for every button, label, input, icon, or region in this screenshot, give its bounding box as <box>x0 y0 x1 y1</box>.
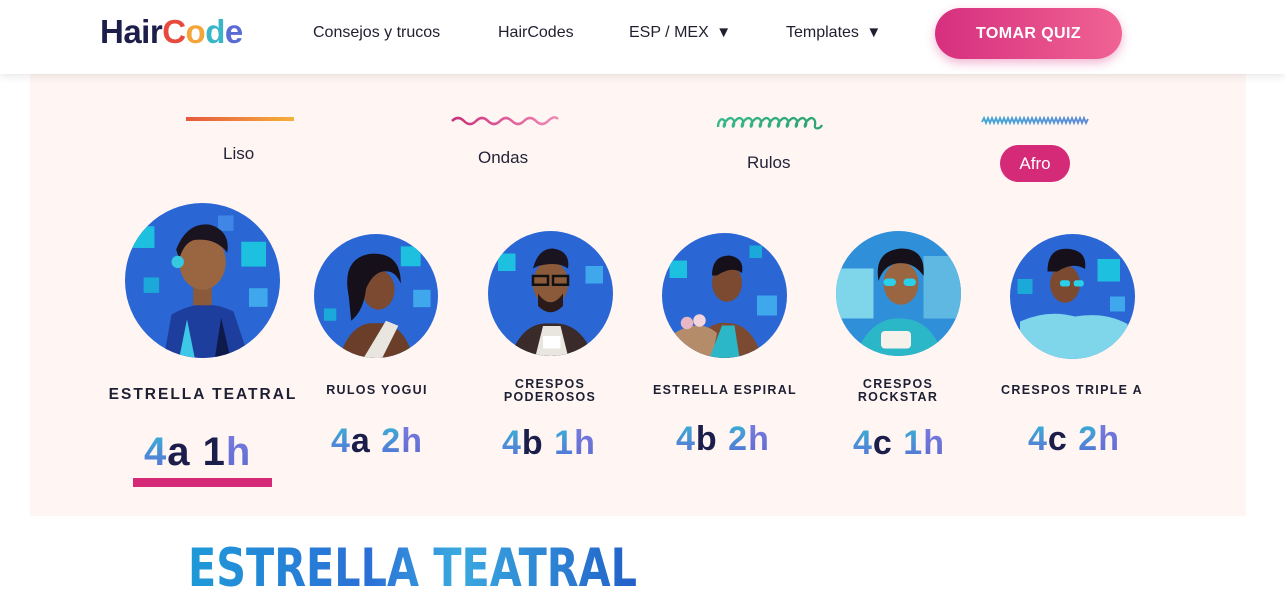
tab-liso-label[interactable]: Liso <box>223 144 254 164</box>
profile-code: 4b 1h <box>502 424 596 462</box>
profile-name[interactable]: CRESPOS TRIPLE A <box>992 384 1152 397</box>
profile-name[interactable]: CRESPOS ROCKSTAR <box>828 378 968 404</box>
wave-line-icon <box>451 116 559 126</box>
nav-language[interactable]: ESP / MEX ▼ <box>629 24 731 42</box>
avatar-estrella-teatral[interactable] <box>125 203 280 358</box>
profile-code: 4a 1h <box>144 430 252 474</box>
caret-down-icon: ▼ <box>716 24 732 41</box>
caret-down-icon: ▼ <box>866 24 882 41</box>
site-header: HairCode Consejos y trucos HairCodes ESP… <box>0 0 1285 74</box>
profile-name[interactable]: ESTRELLA TEATRAL <box>108 387 298 403</box>
nav-haircodes[interactable]: HairCodes <box>498 24 574 42</box>
selected-profile-title: ESTRELLA TEATRAL <box>188 538 637 599</box>
zigzag-line-icon <box>981 116 1089 126</box>
straight-line-icon <box>186 117 294 121</box>
tab-liso[interactable] <box>186 116 294 124</box>
tab-afro[interactable] <box>981 116 1089 126</box>
profile-code: 4a 2h <box>331 422 423 460</box>
selected-underline <box>133 478 272 487</box>
avatar-crespos-rockstar[interactable] <box>836 231 961 356</box>
avatar-estrella-espiral[interactable] <box>662 233 787 358</box>
profile-code: 4c 2h <box>1028 420 1120 458</box>
profile-name[interactable]: CRESPOS PODEROSOS <box>480 378 620 404</box>
tab-afro-label[interactable]: Afro <box>1000 145 1070 182</box>
profile-name[interactable]: ESTRELLA ESPIRAL <box>645 384 805 397</box>
profile-code: 4b 2h <box>676 420 770 458</box>
curl-line-icon <box>716 117 824 130</box>
logo-hair-text: Hair <box>100 13 163 50</box>
haircode-logo[interactable]: HairCode <box>100 13 243 51</box>
take-quiz-button[interactable]: TOMAR QUIZ <box>935 8 1122 59</box>
nav-consejos[interactable]: Consejos y trucos <box>313 24 440 42</box>
profile-name[interactable]: RULOS YOGUI <box>315 384 439 397</box>
avatar-rulos-yogui[interactable] <box>314 234 438 358</box>
nav-templates[interactable]: Templates ▼ <box>786 24 881 42</box>
tab-ondas[interactable] <box>451 114 559 128</box>
avatar-crespos-triple-a[interactable] <box>1010 234 1135 359</box>
tab-rulos-label[interactable]: Rulos <box>747 153 790 173</box>
logo-code-text: Code <box>162 13 243 50</box>
avatar-crespos-poderosos[interactable] <box>488 231 613 356</box>
tab-ondas-label[interactable]: Ondas <box>478 148 528 168</box>
tab-rulos[interactable] <box>716 115 824 133</box>
profile-code: 4c 1h <box>853 424 945 462</box>
